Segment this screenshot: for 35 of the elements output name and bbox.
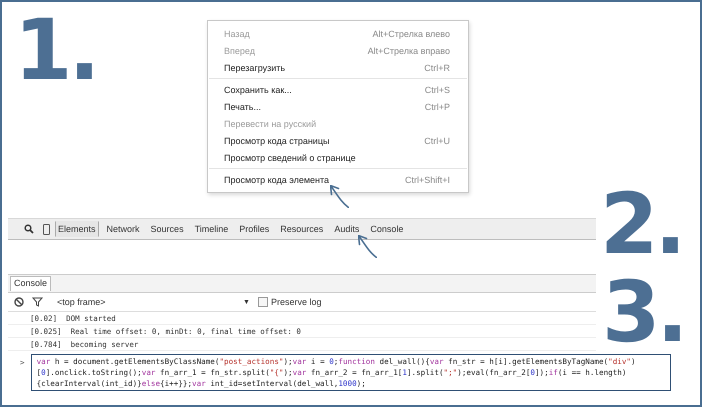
frame-selector[interactable]: <top frame> xyxy=(57,297,235,307)
shortcut-label: Alt+Стрелка вправо xyxy=(368,46,450,56)
checkbox[interactable] xyxy=(258,297,268,307)
step-number: 3. xyxy=(602,270,684,354)
menu-item[interactable]: Сохранить как... Ctrl+S xyxy=(208,81,468,98)
devtools-tab[interactable]: Timeline xyxy=(192,221,232,237)
menu-item[interactable]: Просмотр кода страницы Ctrl+U xyxy=(208,132,468,149)
checkbox-label: Preserve log xyxy=(270,297,322,307)
shortcut-label: Ctrl+S xyxy=(424,84,450,94)
cursor-arrow-icon xyxy=(330,185,349,208)
devtools-tab[interactable]: Audits xyxy=(331,221,362,237)
shortcut-label: Ctrl+P xyxy=(424,102,450,112)
menu-item[interactable]: Перезагрузить Ctrl+R xyxy=(208,59,468,76)
devtools-tab[interactable]: Elements xyxy=(55,221,99,237)
devtools-tab[interactable]: Profiles xyxy=(236,221,272,237)
devtools-tab[interactable]: Network xyxy=(104,221,143,237)
cursor-arrow-icon xyxy=(358,235,377,258)
devtools-tab[interactable]: Resources xyxy=(277,221,326,237)
devtools-tab[interactable]: Console xyxy=(367,221,406,237)
no-entry-icon[interactable] xyxy=(14,297,24,307)
filter-icon[interactable] xyxy=(32,297,43,307)
console-tab[interactable]: Console xyxy=(10,276,52,291)
devtools-tab[interactable]: Sources xyxy=(148,221,187,237)
phone-icon[interactable] xyxy=(43,224,50,234)
console-input[interactable] xyxy=(30,354,671,391)
shortcut-label: Ctrl+U xyxy=(424,136,450,146)
menu-item[interactable]: Просмотр сведений о странице xyxy=(208,149,468,166)
search-icon[interactable] xyxy=(24,224,34,234)
step-number: 1. xyxy=(14,8,96,92)
menu-item[interactable]: Печать... Ctrl+P xyxy=(208,98,468,115)
step-number: 2. xyxy=(600,182,682,266)
shortcut-label: Alt+Стрелка влево xyxy=(372,28,450,38)
shortcut-label: Ctrl+Shift+I xyxy=(404,174,450,184)
menu-item[interactable]: Просмотр кода элемента Ctrl+Shift+I xyxy=(208,171,468,188)
shortcut-label: Ctrl+R xyxy=(424,62,450,72)
